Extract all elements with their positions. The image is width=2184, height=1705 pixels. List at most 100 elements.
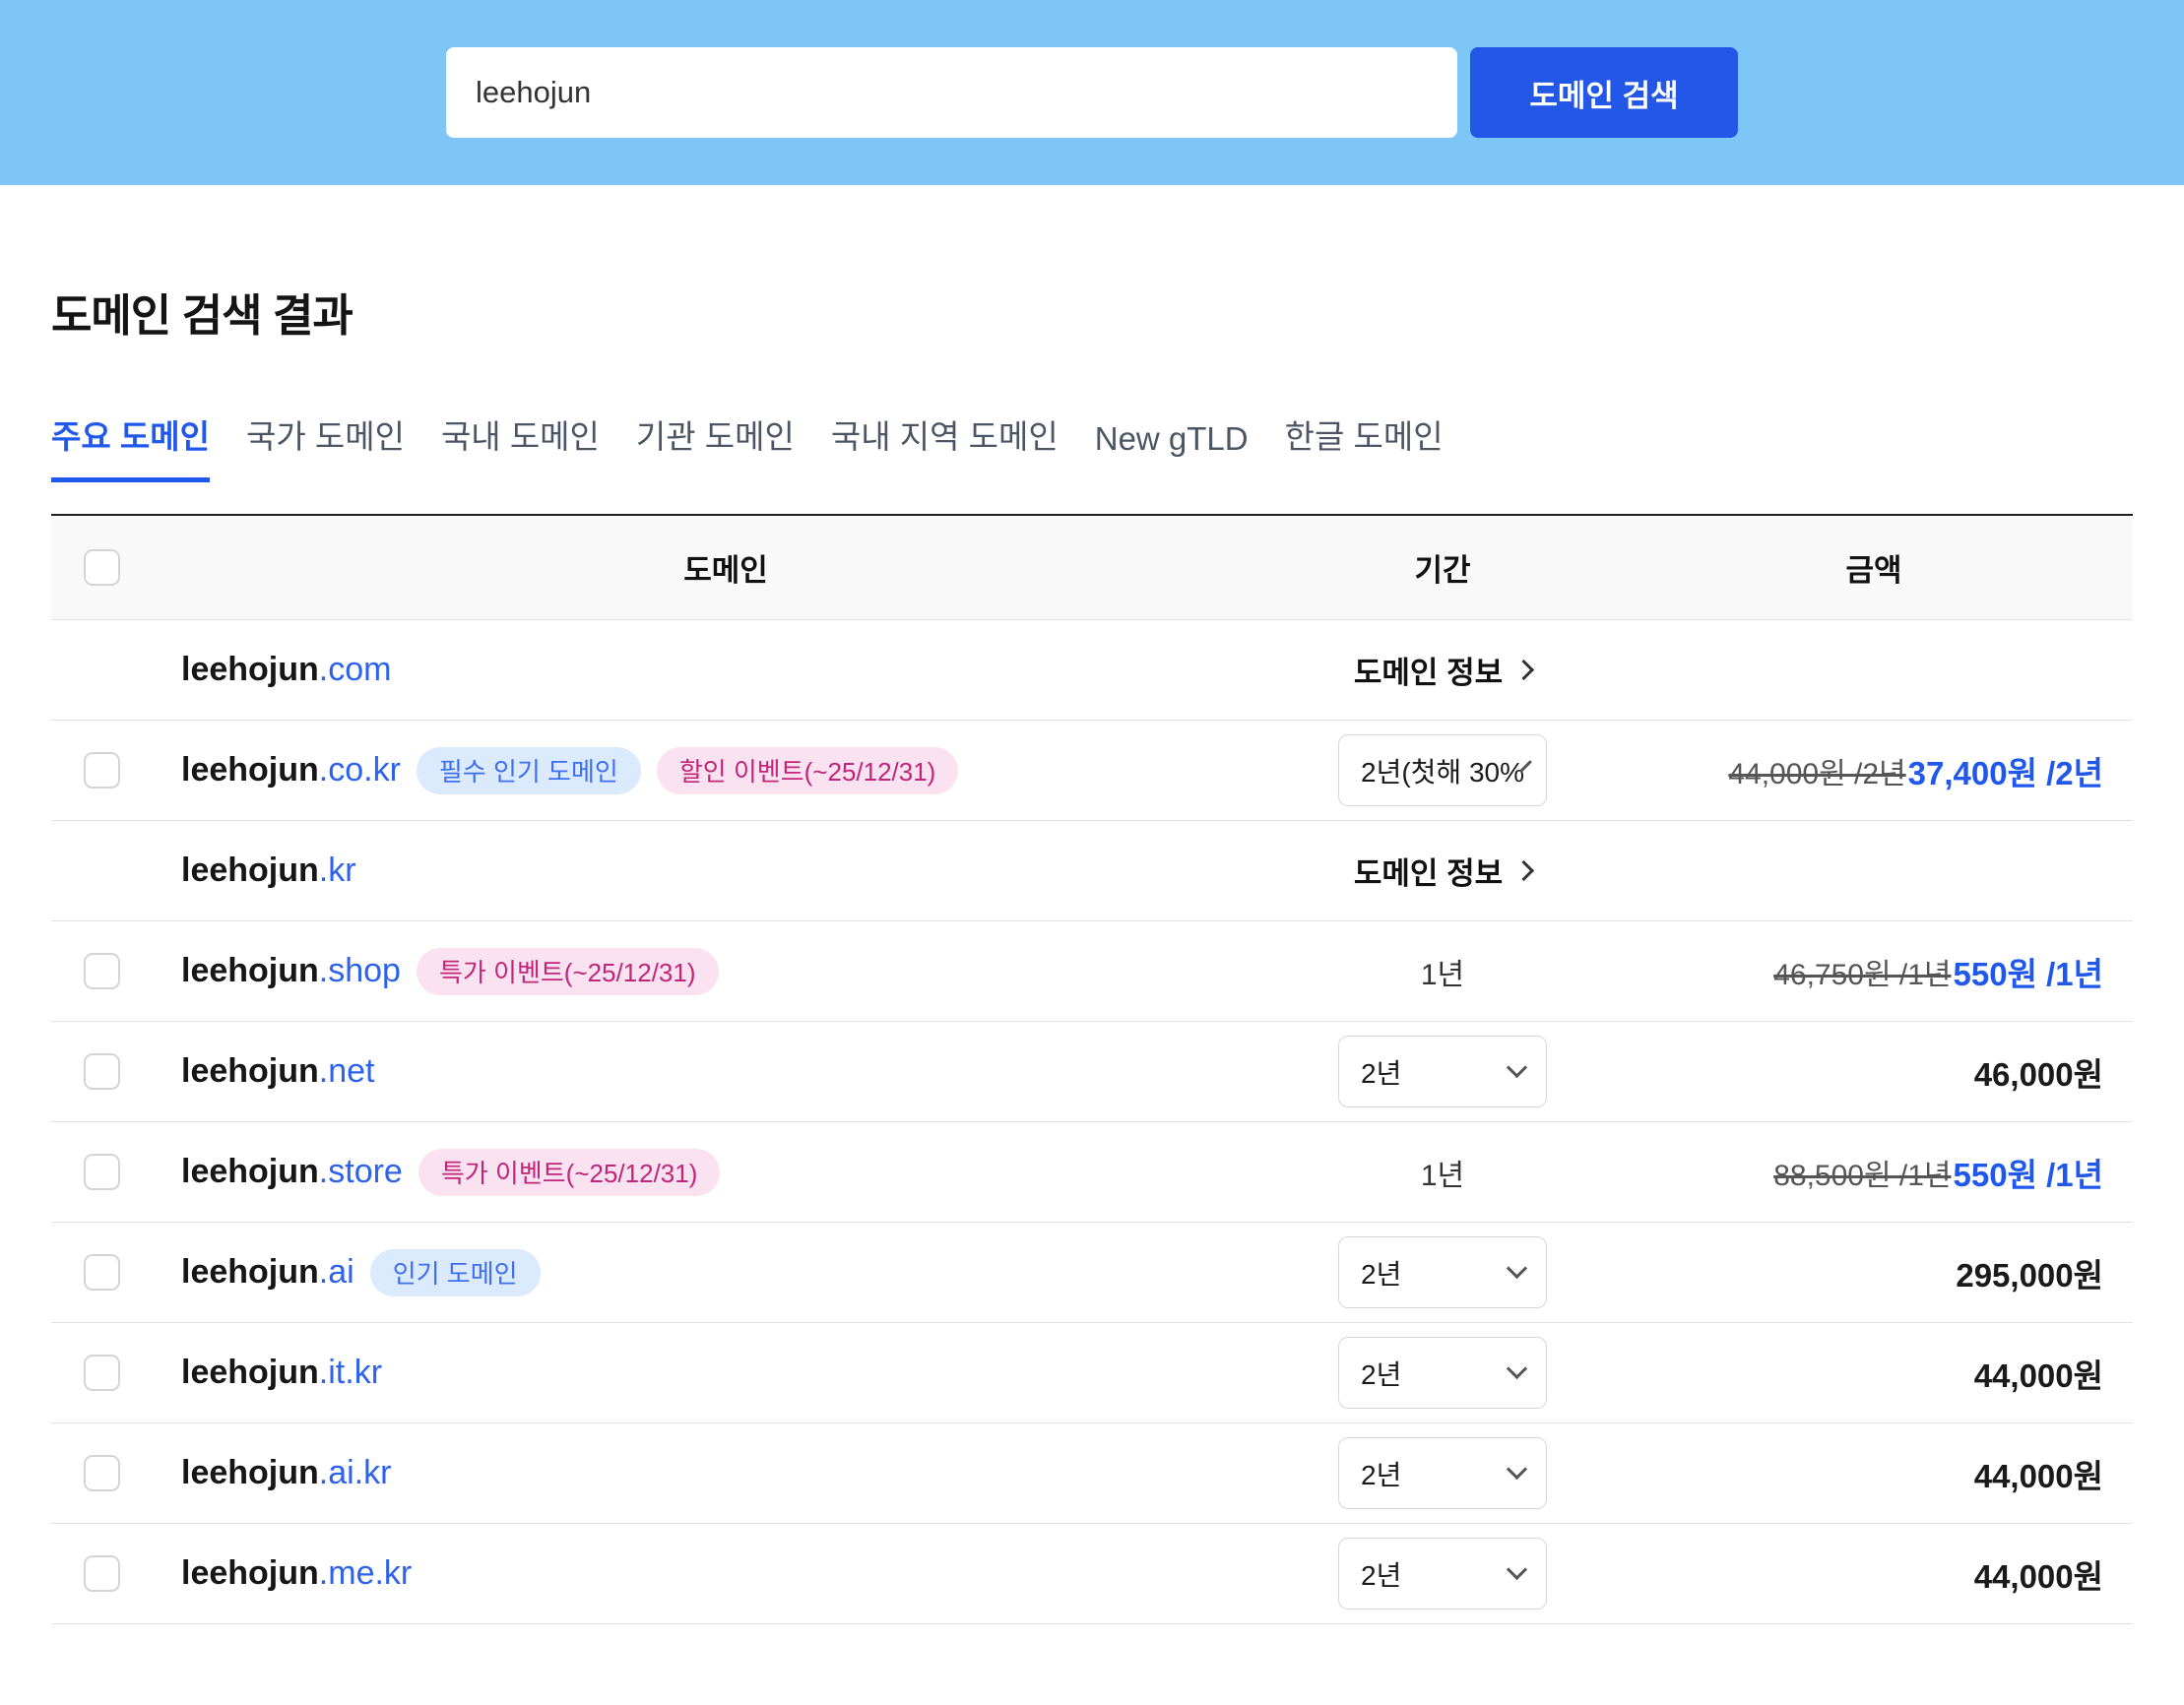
domain-base-label: leehojun: [181, 1253, 319, 1291]
domain-tld-label: .com: [318, 651, 392, 688]
table-row: leehojun.it.kr 2년 44,000원: [51, 1323, 2133, 1423]
column-header-period: 기간: [1414, 553, 1471, 588]
period-select[interactable]: 2년: [1338, 1337, 1547, 1409]
price: 46,000원: [1973, 1055, 2103, 1093]
original-price: 46,750원 /1년: [1773, 958, 1952, 991]
row-checkbox[interactable]: [84, 752, 120, 789]
row-checkbox[interactable]: [84, 1555, 120, 1592]
price-cell: 44,000원: [1615, 1550, 2133, 1598]
domain-base-label: leehojun: [181, 1554, 319, 1592]
search-results-table: 도메인 기간 금액 leehojun.com 도메인 정보 leehojun.co.…: [51, 514, 2133, 1624]
period-select[interactable]: 2년: [1338, 1036, 1547, 1107]
domain-info-label: 도메인 정보: [1353, 656, 1504, 690]
period-cell: 도메인 정보: [1270, 648, 1615, 692]
domain-info-link[interactable]: 도메인 정보: [1353, 648, 1535, 692]
checkbox-cell: [51, 953, 181, 989]
tab-new-gtld[interactable]: New gTLD: [1095, 420, 1249, 482]
row-checkbox[interactable]: [84, 1053, 120, 1090]
period-cell: 2년: [1270, 1236, 1615, 1308]
table-row: leehojun.ai 인기 도메인 2년 295,000원: [51, 1223, 2133, 1323]
period-select[interactable]: 2년(첫해 30%: [1338, 734, 1547, 806]
table-row: leehojun.store 특가 이벤트(~25/12/31) 1년 88,500원…: [51, 1122, 2133, 1223]
select-all-checkbox[interactable]: [84, 549, 120, 586]
row-checkbox[interactable]: [84, 1355, 120, 1391]
domain-tld-label: .store: [318, 1153, 403, 1190]
period-cell: 2년: [1270, 1337, 1615, 1409]
original-price: 44,000원 /2년: [1728, 757, 1906, 790]
price-cell: 46,000원: [1615, 1048, 2133, 1096]
domain-name: leehojun.it.kr: [181, 1354, 382, 1392]
chevron-down-icon: [1506, 1558, 1528, 1581]
period-select-value: 2년: [1361, 1559, 1402, 1591]
domain-cell: leehojun.kr: [181, 852, 1270, 890]
domain-base-label: leehojun: [181, 651, 319, 688]
period-select-value: 2년: [1361, 1459, 1402, 1490]
table-row: leehojun.kr 도메인 정보: [51, 821, 2133, 921]
domain-base-label: leehojun: [181, 1153, 319, 1190]
row-checkbox[interactable]: [84, 953, 120, 989]
domain-search-button[interactable]: 도메인 검색: [1470, 47, 1738, 138]
chevron-right-icon: [1513, 659, 1535, 681]
period-select[interactable]: 2년: [1338, 1538, 1547, 1610]
chevron-down-icon: [1506, 1358, 1528, 1380]
checkbox-cell: [51, 1455, 181, 1491]
domain-badge: 특가 이벤트(~25/12/31): [418, 1148, 721, 1196]
period-select-value: 2년: [1361, 1258, 1402, 1290]
period-cell: 2년(첫해 30%: [1270, 734, 1615, 806]
period-label: 1년: [1420, 1159, 1465, 1192]
price-cell: 44,000원: [1615, 1450, 2133, 1497]
price-cell: 88,500원 /1년 550원 /1년: [1615, 1149, 2133, 1196]
row-checkbox[interactable]: [84, 1254, 120, 1291]
domain-cell: leehojun.shop 특가 이벤트(~25/12/31): [181, 947, 1270, 995]
tab-major-domains[interactable]: 주요 도메인: [51, 410, 210, 482]
domain-tld-label: .me.kr: [318, 1554, 413, 1592]
domain-cell: leehojun.co.kr 필수 인기 도메인 할인 이벤트(~25/12/31): [181, 746, 1270, 794]
price-cell: 44,000원 /2년 37,400원 /2년: [1615, 747, 2133, 794]
row-checkbox[interactable]: [84, 1154, 120, 1190]
tab-country-domains[interactable]: 국가 도메인: [246, 410, 405, 482]
domain-cell: leehojun.net: [181, 1052, 1270, 1091]
period-select[interactable]: 2년: [1338, 1437, 1547, 1509]
domain-base-label: leehojun: [181, 1454, 319, 1491]
chevron-down-icon: [1506, 1257, 1528, 1280]
domain-badge: 필수 인기 도메인: [416, 746, 641, 794]
sale-price: 550원 /1년: [1953, 1156, 2103, 1193]
domain-name: leehojun.me.kr: [181, 1554, 412, 1593]
domain-tld-label: .ai.kr: [318, 1454, 392, 1491]
domain-base-label: leehojun: [181, 952, 319, 989]
price: 44,000원: [1973, 1357, 2103, 1394]
period-select-value: 2년: [1361, 1358, 1402, 1390]
checkbox-cell: [51, 1555, 181, 1592]
domain-category-tabs: 주요 도메인 국가 도메인 국내 도메인 기관 도메인 국내 지역 도메인 Ne…: [51, 410, 2133, 482]
domain-name: leehojun.store: [181, 1153, 403, 1191]
domain-badge: 할인 이벤트(~25/12/31): [656, 746, 959, 794]
main-content: 도메인 검색 결과 주요 도메인 국가 도메인 국내 도메인 기관 도메인 국내…: [0, 280, 2184, 1624]
period-cell: 2년: [1270, 1437, 1615, 1509]
domain-name: leehojun.co.kr: [181, 751, 401, 789]
period-select[interactable]: 2년: [1338, 1236, 1547, 1308]
domain-cell: leehojun.ai 인기 도메인: [181, 1248, 1270, 1296]
domain-cell: leehojun.it.kr: [181, 1354, 1270, 1392]
period-cell: 도메인 정보: [1270, 849, 1615, 893]
domain-tld-label: .it.kr: [318, 1354, 383, 1391]
tab-hangul-domains[interactable]: 한글 도메인: [1285, 410, 1444, 482]
row-checkbox[interactable]: [84, 1455, 120, 1491]
search-band: 도메인 검색: [0, 0, 2184, 185]
domain-search-input[interactable]: [446, 47, 1457, 138]
tab-domestic-domains[interactable]: 국내 도메인: [441, 410, 600, 482]
domain-name: leehojun.kr: [181, 852, 356, 890]
domain-name: leehojun.ai.kr: [181, 1454, 391, 1492]
domain-info-link[interactable]: 도메인 정보: [1354, 849, 1535, 893]
domain-cell: leehojun.ai.kr: [181, 1454, 1270, 1492]
table-header-row: 도메인 기간 금액: [51, 516, 2133, 620]
column-header-domain: 도메인: [683, 553, 768, 588]
domain-name: leehojun.com: [181, 651, 391, 689]
tab-institution-domains[interactable]: 기관 도메인: [636, 410, 795, 482]
domain-base-label: leehojun: [181, 751, 319, 789]
checkbox-cell: [51, 1053, 181, 1090]
domain-name: leehojun.ai: [181, 1253, 354, 1292]
tab-regional-domains[interactable]: 국내 지역 도메인: [831, 410, 1059, 482]
domain-cell: leehojun.me.kr: [181, 1554, 1270, 1593]
chevron-down-icon: [1506, 1056, 1528, 1079]
period-label: 1년: [1420, 958, 1465, 991]
